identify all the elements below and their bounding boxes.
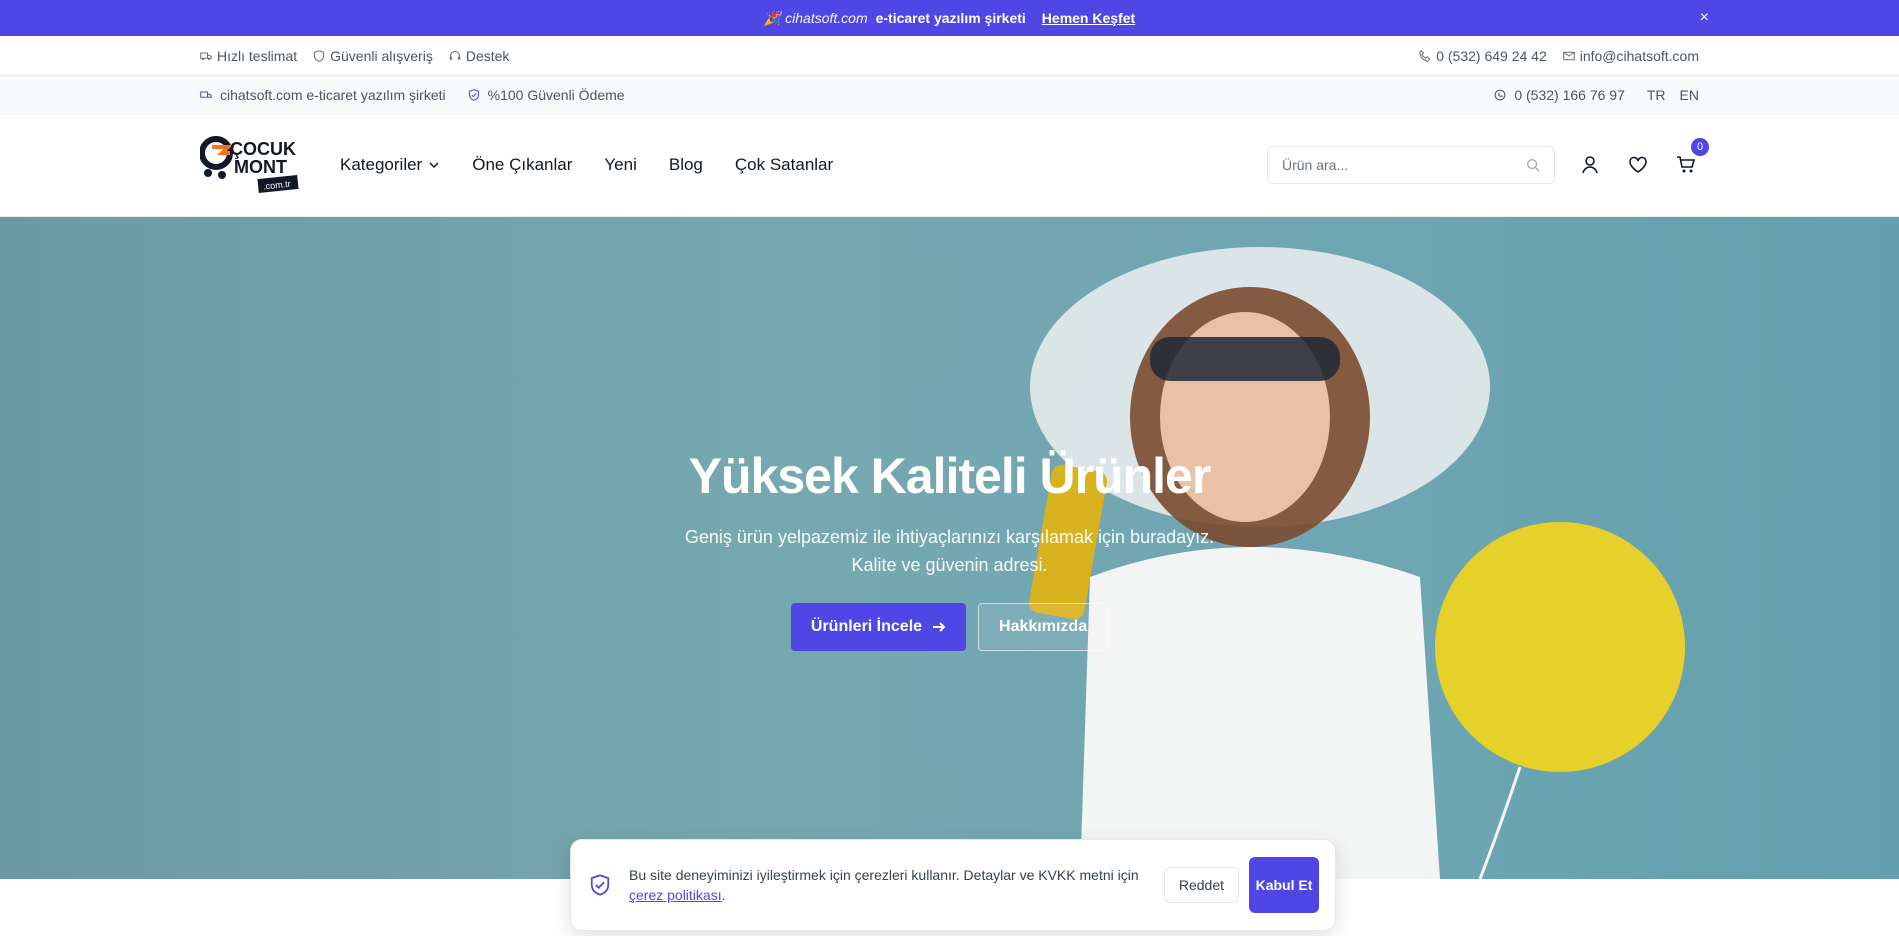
phone-icon (1419, 49, 1431, 62)
nav-item-categories[interactable]: Kategoriler (340, 155, 440, 175)
browse-products-label: Ürünleri İncele (810, 618, 923, 635)
util-phone[interactable]: 0 (532) 649 24 42 (1419, 48, 1547, 64)
heart-icon (1629, 156, 1647, 173)
info-payment: %100 Güvenli Ödeme (468, 87, 625, 103)
hero-content: Yüksek Kaliteli Ürünler Geniş ürün yelpa… (0, 447, 1899, 651)
logo-mark: ÇOCUK MONT .com.tr (199, 136, 299, 194)
util-phone-label: 0 (532) 649 24 42 (1436, 47, 1547, 64)
logo-line2: MONT (234, 157, 287, 177)
utility-bar: Hızlı teslimat Güvenli alışveriş Destek … (0, 36, 1899, 76)
promo-brand: 🎉 cihatsoft.com (763, 9, 868, 26)
lang-en[interactable]: EN (1680, 87, 1699, 103)
nav-item-new[interactable]: Yeni (604, 155, 636, 175)
shield-check-icon (468, 88, 479, 101)
headset-icon (449, 50, 461, 60)
cart-count-badge: 0 (1691, 138, 1709, 156)
chevron-down-icon (429, 162, 439, 169)
about-button[interactable]: Hakkımızda (978, 603, 1109, 651)
close-icon[interactable]: × (1700, 9, 1709, 27)
nav-item-featured[interactable]: Öne Çıkanlar (472, 155, 572, 175)
promo-bar: 🎉 cihatsoft.com e-ticaret yazılım şirket… (0, 0, 1899, 36)
shield-check-icon (590, 874, 610, 896)
cookie-policy-link[interactable]: çerez politikası (629, 887, 722, 903)
arrow-right-icon (933, 622, 946, 632)
cart-button[interactable]: 0 (1673, 138, 1709, 178)
util-support-label: Destek (465, 47, 510, 64)
util-item-delivery: Hızlı teslimat (200, 48, 297, 64)
logo-line1: ÇOCUK (230, 139, 296, 159)
util-secure-label: Güvenli alışveriş (330, 47, 433, 64)
lang-tr[interactable]: TR (1647, 87, 1666, 103)
info-company: cihatsoft.com e-ticaret yazılım şirketi (200, 87, 446, 103)
util-email[interactable]: info@cihatsoft.com (1562, 47, 1699, 64)
browse-products-button[interactable]: Ürünleri İncele (790, 603, 967, 651)
util-delivery-label: Hızlı teslimat (217, 47, 298, 64)
hero-buttons: Ürünleri İncele Hakkımızda (0, 603, 1899, 651)
promo-tagline: e-ticaret yazılım şirketi (875, 10, 1026, 26)
user-icon (1582, 156, 1598, 174)
info-whatsapp-label: 0 (532) 166 76 97 (1514, 86, 1625, 103)
search-box (1267, 146, 1555, 184)
cookie-message: Bu site deneyiminizi iyileştirmek için ç… (629, 867, 1139, 903)
cookie-accept-button[interactable]: Kabul Et (1249, 857, 1319, 913)
cookie-text: Bu site deneyiminizi iyileştirmek için ç… (629, 867, 1139, 883)
shield-icon (314, 49, 325, 62)
info-bar: cihatsoft.com e-ticaret yazılım şirketi … (0, 76, 1899, 114)
search-input[interactable] (1282, 157, 1502, 173)
hero-subtitle-line2: Kalite ve güvenin adresi. (851, 555, 1048, 575)
truck-icon (200, 51, 212, 60)
util-item-secure: Güvenli alışveriş (313, 48, 433, 64)
info-company-label: cihatsoft.com e-ticaret yazılım şirketi (220, 86, 446, 103)
nav-item-blog[interactable]: Blog (669, 155, 703, 175)
util-item-support[interactable]: Destek (449, 47, 510, 64)
main-nav: ÇOCUK MONT .com.tr Kategoriler Öne Çıkan… (0, 114, 1899, 217)
nav-actions: 0 (1267, 138, 1709, 184)
search-icon[interactable] (1526, 158, 1540, 172)
nav-menu: Kategoriler Öne Çıkanlar Yeni Blog Çok S… (340, 155, 833, 175)
account-button[interactable] (1577, 152, 1603, 178)
promo-link[interactable]: Hemen Keşfet (1042, 10, 1135, 26)
info-payment-label: %100 Güvenli Ödeme (487, 86, 625, 103)
nav-item-bestsellers[interactable]: Çok Satanlar (735, 155, 833, 175)
hero-title: Yüksek Kaliteli Ürünler (688, 448, 1212, 504)
cookie-reject-button[interactable]: Reddet (1163, 867, 1239, 903)
site-logo[interactable]: ÇOCUK MONT .com.tr (199, 131, 300, 199)
util-email-label: info@cihatsoft.com (1579, 47, 1699, 64)
hero-subtitle-line1: Geniş ürün yelpazemiz ile ihtiyaçlarınız… (684, 527, 1215, 547)
mail-icon (1562, 51, 1575, 60)
info-whatsapp[interactable]: 0 (532) 166 76 97 (1494, 87, 1625, 103)
wishlist-button[interactable] (1625, 152, 1651, 178)
cookie-banner: Bu site deneyiminizi iyileştirmek için ç… (570, 839, 1336, 931)
cart-icon (1677, 156, 1696, 173)
whatsapp-icon (1494, 89, 1506, 100)
truck-icon (200, 90, 212, 98)
hero-banner: Yüksek Kaliteli Ürünler Geniş ürün yelpa… (0, 217, 1899, 879)
nav-categories-label: Kategoriler (340, 155, 423, 174)
